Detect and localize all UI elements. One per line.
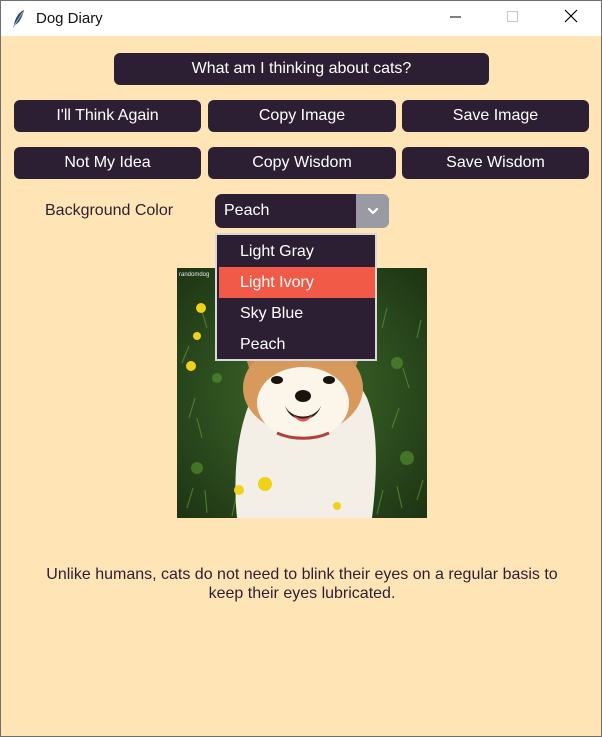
dropdown-option-light-ivory[interactable]: Light Ivory <box>219 267 375 298</box>
dropdown-option-light-gray[interactable]: Light Gray <box>219 236 375 267</box>
dropdown-option-peach[interactable]: Peach <box>219 329 375 360</box>
maximize-button[interactable] <box>490 1 536 36</box>
maximize-icon <box>507 10 519 28</box>
image-watermark: randomdog <box>179 272 209 278</box>
chevron-down-icon <box>367 202 379 220</box>
color-dropdown-menu: Light Gray Light Ivory Sky Blue Peach <box>215 233 377 361</box>
title-bar[interactable]: Dog Diary <box>1 1 601 36</box>
close-button[interactable] <box>548 1 594 36</box>
not-my-idea-button[interactable]: Not My Idea <box>14 147 201 179</box>
background-color-select[interactable]: Peach <box>215 194 389 228</box>
app-window: Dog Diary What am I thinking about cats?… <box>0 0 602 737</box>
copy-wisdom-button[interactable]: Copy Wisdom <box>208 147 396 179</box>
dropdown-option-sky-blue[interactable]: Sky Blue <box>219 298 375 329</box>
minimize-button[interactable] <box>433 1 479 36</box>
background-color-label: Background Color <box>45 202 174 219</box>
window-title: Dog Diary <box>36 10 103 27</box>
save-image-button[interactable]: Save Image <box>402 100 589 132</box>
save-wisdom-button[interactable]: Save Wisdom <box>402 147 589 179</box>
feather-icon <box>11 9 27 29</box>
dropdown-toggle[interactable] <box>356 194 389 228</box>
think-again-button[interactable]: I'll Think Again <box>14 100 201 132</box>
close-icon <box>564 9 578 28</box>
minimize-icon <box>450 10 462 28</box>
copy-image-button[interactable]: Copy Image <box>208 100 396 132</box>
selected-color-value: Peach <box>224 202 270 219</box>
thinking-button[interactable]: What am I thinking about cats? <box>114 53 489 85</box>
cat-fact-text: Unlike humans, cats do not need to blink… <box>46 566 558 602</box>
